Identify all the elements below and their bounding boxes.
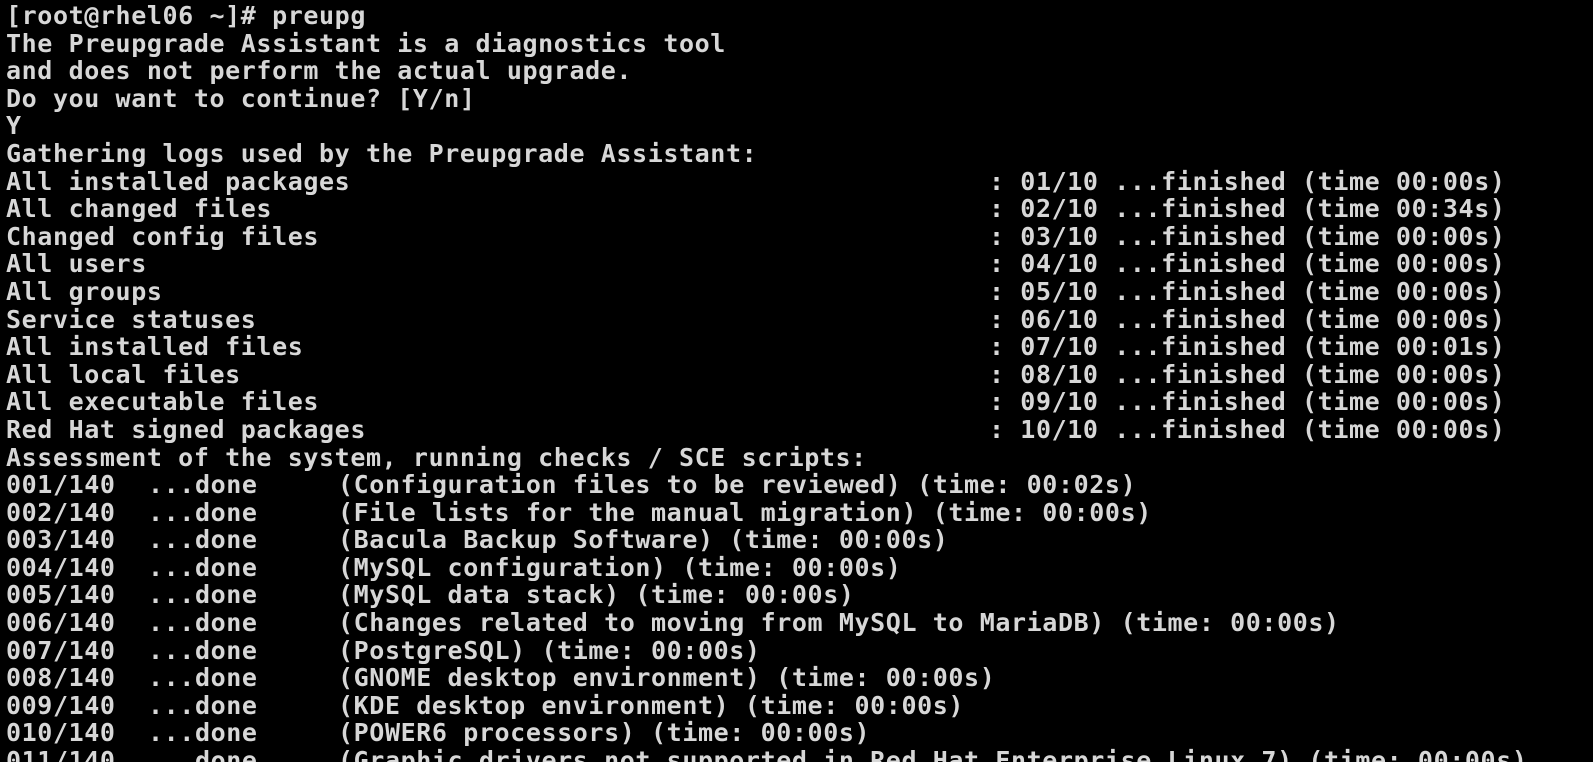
check-number: 007/140 — [6, 635, 116, 665]
check-description: (PostgreSQL) (time: 00:00s) — [338, 635, 761, 665]
gathering-header: Gathering logs used by the Preupgrade As… — [6, 138, 758, 168]
check-number: 005/140 — [6, 580, 116, 610]
gathering-row: Service statuses : 06/10 ...finished (ti… — [6, 304, 1593, 334]
gathering-row: Red Hat signed packages : 10/10 ...finis… — [6, 416, 1593, 444]
check-row: 009/140 ...done (KDE desktop environment… — [6, 692, 1593, 720]
check-number: 010/140 — [6, 718, 116, 748]
check-row: 001/140 ...done (Configuration files to … — [6, 471, 1593, 499]
check-number: 002/140 — [6, 497, 116, 527]
check-row: 003/140 ...done (Bacula Backup Software)… — [6, 526, 1593, 554]
gathering-task-status: : 08/10 ...finished (time 00:00s) — [989, 359, 1506, 389]
gathering-row: All local files : 08/10 ...finished (tim… — [6, 361, 1593, 389]
gathering-row: All changed files : 02/10 ...finished (t… — [6, 195, 1593, 223]
gathering-task-name: All changed files — [6, 194, 273, 224]
check-row: 006/140 ...done (Changes related to movi… — [6, 609, 1593, 637]
check-state: ...done — [148, 635, 258, 665]
gathering-task-status: : 04/10 ...finished (time 00:00s) — [989, 249, 1506, 279]
gathering-task-name: Red Hat signed packages — [6, 414, 366, 444]
gathering-row: All groups : 05/10 ...finished (time 00:… — [6, 278, 1593, 306]
check-number: 001/140 — [6, 470, 116, 500]
prompt-line: [root@rhel06 ~]# preupg — [6, 1, 366, 30]
assessment-header: Assessment of the system, running checks… — [6, 442, 867, 472]
gathering-task-status: : 07/10 ...finished (time 00:01s) — [989, 332, 1506, 362]
check-number: 011/140 — [6, 746, 116, 762]
check-number: 008/140 — [6, 663, 116, 693]
gathering-task-name: All installed files — [6, 332, 304, 362]
gathering-row: All installed packages : 01/10 ...finish… — [6, 166, 1593, 196]
check-number: 009/140 — [6, 690, 116, 720]
check-row-partial: 011/140 ...done (Graphic drivers not sup… — [6, 747, 1593, 762]
user-answer-line: Y — [6, 111, 22, 141]
gathering-row: All users : 04/10 ...finished (time 00:0… — [6, 250, 1593, 278]
check-description: (MySQL configuration) (time: 00:00s) — [338, 552, 902, 582]
intro-line: and does not perform the actual upgrade. — [6, 56, 633, 86]
gathering-row: All executable files : 09/10 ...finished… — [6, 388, 1593, 416]
gathering-task-status: : 01/10 ...finished (time 00:00s) — [989, 166, 1506, 196]
gathering-row: All installed files : 07/10 ...finished … — [6, 333, 1593, 361]
terminal-window[interactable]: [root@rhel06 ~]# preupg The Preupgrade A… — [0, 0, 1593, 762]
check-row: 005/140 ...done (MySQL data stack) (time… — [6, 581, 1593, 609]
gathering-task-name: Service statuses — [6, 304, 257, 334]
check-description: (KDE desktop environment) (time: 00:00s) — [338, 690, 965, 720]
gathering-task-name: All groups — [6, 276, 163, 306]
check-description: (GNOME desktop environment) (time: 00:00… — [338, 663, 996, 693]
gathering-task-status: : 06/10 ...finished (time 00:00s) — [989, 304, 1506, 334]
gathering-task-status: : 09/10 ...finished (time 00:00s) — [989, 387, 1506, 417]
check-state: ...done — [148, 746, 258, 762]
check-number: 006/140 — [6, 608, 116, 638]
check-state: ...done — [148, 470, 258, 500]
check-state: ...done — [148, 663, 258, 693]
check-description: (Bacula Backup Software) (time: 00:00s) — [338, 525, 949, 555]
check-row: 007/140 ...done (PostgreSQL) (time: 00:0… — [6, 637, 1593, 665]
gathering-task-status: : 05/10 ...finished (time 00:00s) — [989, 276, 1506, 306]
gathering-task-name: All local files — [6, 359, 241, 389]
check-row: 002/140 ...done (File lists for the manu… — [6, 499, 1593, 527]
check-description: (POWER6 processors) (time: 00:00s) — [338, 718, 871, 748]
gathering-task-name: All installed packages — [6, 166, 351, 196]
check-state: ...done — [148, 497, 258, 527]
check-description: (MySQL data stack) (time: 00:00s) — [338, 580, 855, 610]
gathering-task-name: All users — [6, 249, 147, 279]
check-state: ...done — [148, 608, 258, 638]
gathering-task-status: : 02/10 ...finished (time 00:34s) — [989, 194, 1506, 224]
check-description: (File lists for the manual migration) (t… — [338, 497, 1152, 527]
check-number: 003/140 — [6, 525, 116, 555]
gathering-row: Changed config files : 03/10 ...finished… — [6, 223, 1593, 251]
check-description: (Changes related to moving from MySQL to… — [338, 608, 1340, 638]
check-row: 010/140 ...done (POWER6 processors) (tim… — [6, 719, 1593, 747]
gathering-task-name: All executable files — [6, 387, 320, 417]
gathering-task-name: Changed config files — [6, 221, 320, 251]
check-state: ...done — [148, 690, 258, 720]
check-description: (Configuration files to be reviewed) (ti… — [338, 470, 1137, 500]
check-row: 004/140 ...done (MySQL configuration) (t… — [6, 554, 1593, 582]
check-description: (Graphic drivers not supported in Red Ha… — [338, 746, 1528, 762]
check-state: ...done — [148, 718, 258, 748]
gathering-task-status: : 10/10 ...finished (time 00:00s) — [989, 414, 1506, 444]
gathering-task-status: : 03/10 ...finished (time 00:00s) — [989, 221, 1506, 251]
check-number: 004/140 — [6, 552, 116, 582]
check-state: ...done — [148, 525, 258, 555]
check-row: 008/140 ...done (GNOME desktop environme… — [6, 664, 1593, 692]
intro-line: The Preupgrade Assistant is a diagnostic… — [6, 28, 726, 58]
intro-line: Do you want to continue? [Y/n] — [6, 83, 476, 113]
check-state: ...done — [148, 580, 258, 610]
check-state: ...done — [148, 552, 258, 582]
